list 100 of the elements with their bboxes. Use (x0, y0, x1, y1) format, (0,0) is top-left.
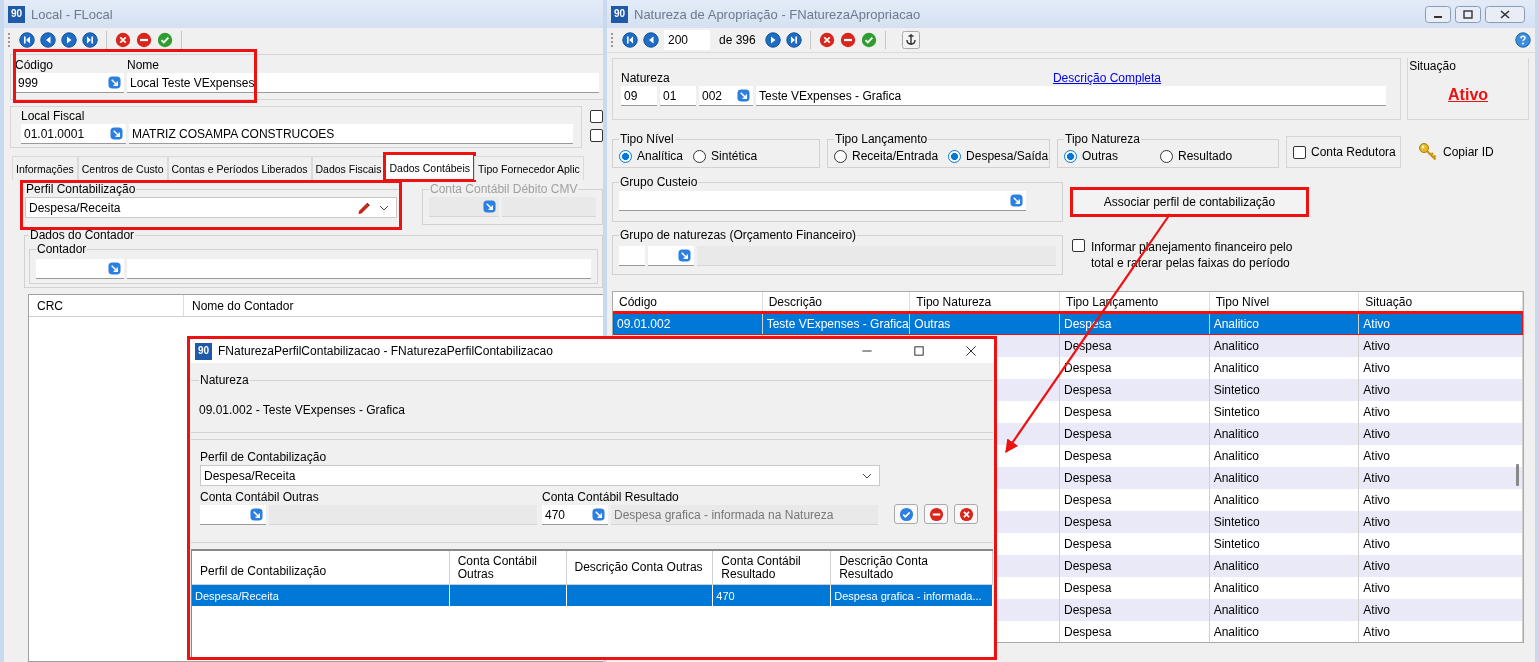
first-record-icon[interactable] (622, 32, 638, 48)
confirm-icon[interactable] (157, 32, 173, 48)
table-cell: Ativo (1359, 621, 1523, 642)
radio-button[interactable] (693, 149, 707, 163)
table-row[interactable]: Despesa/Receita 470 Despesa grafica - informada... (192, 585, 993, 606)
column-header[interactable]: Descrição Conta Outras (566, 551, 714, 584)
group-label: Dados do Contador (29, 228, 136, 242)
tab[interactable]: Dados Contábeis (385, 154, 475, 180)
app-logo: 90 (611, 5, 628, 23)
checkbox[interactable] (1072, 239, 1085, 252)
radio-button[interactable] (619, 149, 632, 163)
option-label[interactable]: Outras (1082, 149, 1118, 163)
cancel-icon[interactable] (818, 32, 835, 48)
maximize-button[interactable] (1455, 5, 1481, 23)
confirm-icon[interactable] (860, 32, 877, 48)
radio-button[interactable] (948, 149, 962, 163)
group-label: Contador (36, 242, 88, 256)
lookup-icon[interactable] (108, 262, 121, 275)
table-cell: Despesa grafica - informada... (831, 585, 993, 606)
group-label: Tipo Lançamento (834, 132, 929, 146)
next-icon[interactable] (764, 32, 781, 48)
description-field[interactable]: Teste VExpenses - Grafica (756, 86, 1386, 106)
checkbox[interactable] (590, 110, 603, 123)
lookup-icon[interactable] (678, 249, 691, 262)
delete-icon[interactable] (839, 32, 856, 48)
code-field[interactable]: 999 (15, 73, 124, 93)
field-label: Nome (127, 58, 160, 73)
option-label[interactable]: Resultado (1178, 149, 1233, 163)
code-field[interactable]: 01.01.0001 (21, 124, 126, 144)
tab[interactable]: Tipo Fornecedor Aplic (474, 156, 584, 180)
name-field[interactable]: MATRIZ COSAMPA CONSTRUCOES (129, 124, 573, 144)
name-field[interactable]: Local Teste VExpenses (127, 73, 599, 93)
column-header[interactable]: CRC (29, 295, 184, 316)
option-label[interactable]: Analítica (637, 149, 684, 163)
column-header[interactable]: Conta Contábil Resultado (713, 551, 832, 584)
natureza-value: 09.01.002 - Teste VExpenses - Grafica (199, 403, 406, 417)
confirm-button[interactable] (894, 504, 918, 524)
last-record-icon[interactable] (785, 32, 802, 48)
help-icon[interactable] (1515, 32, 1531, 48)
account-field[interactable]: 470 (542, 505, 608, 525)
code-field[interactable]: 002 (699, 86, 753, 106)
close-button[interactable] (1485, 5, 1525, 23)
lookup-icon[interactable] (250, 508, 263, 521)
lookup-icon[interactable] (592, 508, 605, 521)
group-label: Grupo Custeio (619, 175, 699, 189)
previous-icon[interactable] (643, 32, 659, 48)
profile-dropdown[interactable]: Despesa/Receita (200, 465, 880, 486)
column-header[interactable]: Descrição Conta Resultado (831, 551, 993, 584)
group-label: Conta Contábil Débito CMV (429, 182, 579, 196)
checkbox[interactable] (590, 129, 603, 142)
column-header[interactable]: Nome do Contador (184, 295, 603, 316)
delete-icon[interactable] (136, 32, 152, 48)
code-field[interactable] (619, 246, 645, 266)
full-description-link[interactable]: Descrição Completa (1052, 71, 1161, 86)
tab[interactable]: Centros de Custo (77, 156, 168, 180)
radio-button[interactable] (1064, 149, 1077, 163)
cancel-button[interactable] (954, 504, 978, 524)
radio-button[interactable] (1160, 149, 1173, 163)
field-label: Perfil de Contabilização (200, 450, 328, 465)
cost-group-field[interactable] (619, 191, 1026, 211)
tab[interactable]: Informações (12, 156, 78, 180)
profile-dropdown[interactable]: Despesa/Receita (25, 197, 397, 218)
delete-button[interactable] (924, 504, 948, 524)
code-field[interactable]: 01 (660, 86, 696, 106)
table-cell: Despesa/Receita (192, 585, 450, 606)
scrollbar-thumb[interactable] (1516, 464, 1519, 486)
option-label[interactable]: Despesa/Saída (966, 149, 1049, 163)
checkbox[interactable] (1293, 145, 1306, 159)
field-label: Natureza (621, 71, 670, 86)
group-label: Natureza (199, 373, 250, 387)
anchor-icon[interactable] (901, 31, 920, 49)
lookup-icon[interactable] (110, 127, 123, 140)
tab[interactable]: Dados Fiscais (311, 156, 386, 180)
previous-icon[interactable] (40, 32, 56, 48)
cancel-icon[interactable] (115, 32, 131, 48)
tab[interactable]: Contas e Períodos Liberados (167, 156, 312, 180)
lookup-icon[interactable] (737, 89, 750, 102)
window-title: Natureza de Apropriação - FNaturezaApropriacao (634, 6, 921, 22)
accountant-field[interactable] (36, 259, 124, 279)
next-icon[interactable] (61, 32, 77, 48)
code-field[interactable]: 09 (621, 86, 657, 106)
field-label: Local Fiscal (21, 109, 86, 124)
option-label[interactable]: Sintética (711, 149, 758, 163)
lookup-icon[interactable] (108, 76, 121, 89)
minimize-button[interactable] (1425, 5, 1451, 23)
lookup-icon[interactable] (1010, 194, 1023, 207)
first-record-icon[interactable] (19, 32, 35, 48)
group-label: Perfil Contabilização (25, 182, 137, 196)
app-logo: 90 (8, 5, 25, 23)
last-record-icon[interactable] (82, 32, 98, 48)
column-header[interactable]: Conta Contábil Outras (449, 551, 567, 584)
app-logo: 90 (195, 342, 212, 360)
option-label[interactable]: Receita/Entrada (852, 149, 939, 163)
column-header[interactable]: Perfil de Contabilização (192, 551, 450, 584)
radio-button[interactable] (834, 149, 847, 163)
account-field[interactable] (200, 505, 266, 525)
record-field[interactable]: 200 (664, 30, 710, 50)
associate-profile-button[interactable]: Associar perfil de contabilização (1072, 189, 1307, 215)
code-field[interactable] (648, 246, 694, 266)
copy-id-label[interactable]: Copiar ID (1443, 145, 1494, 159)
